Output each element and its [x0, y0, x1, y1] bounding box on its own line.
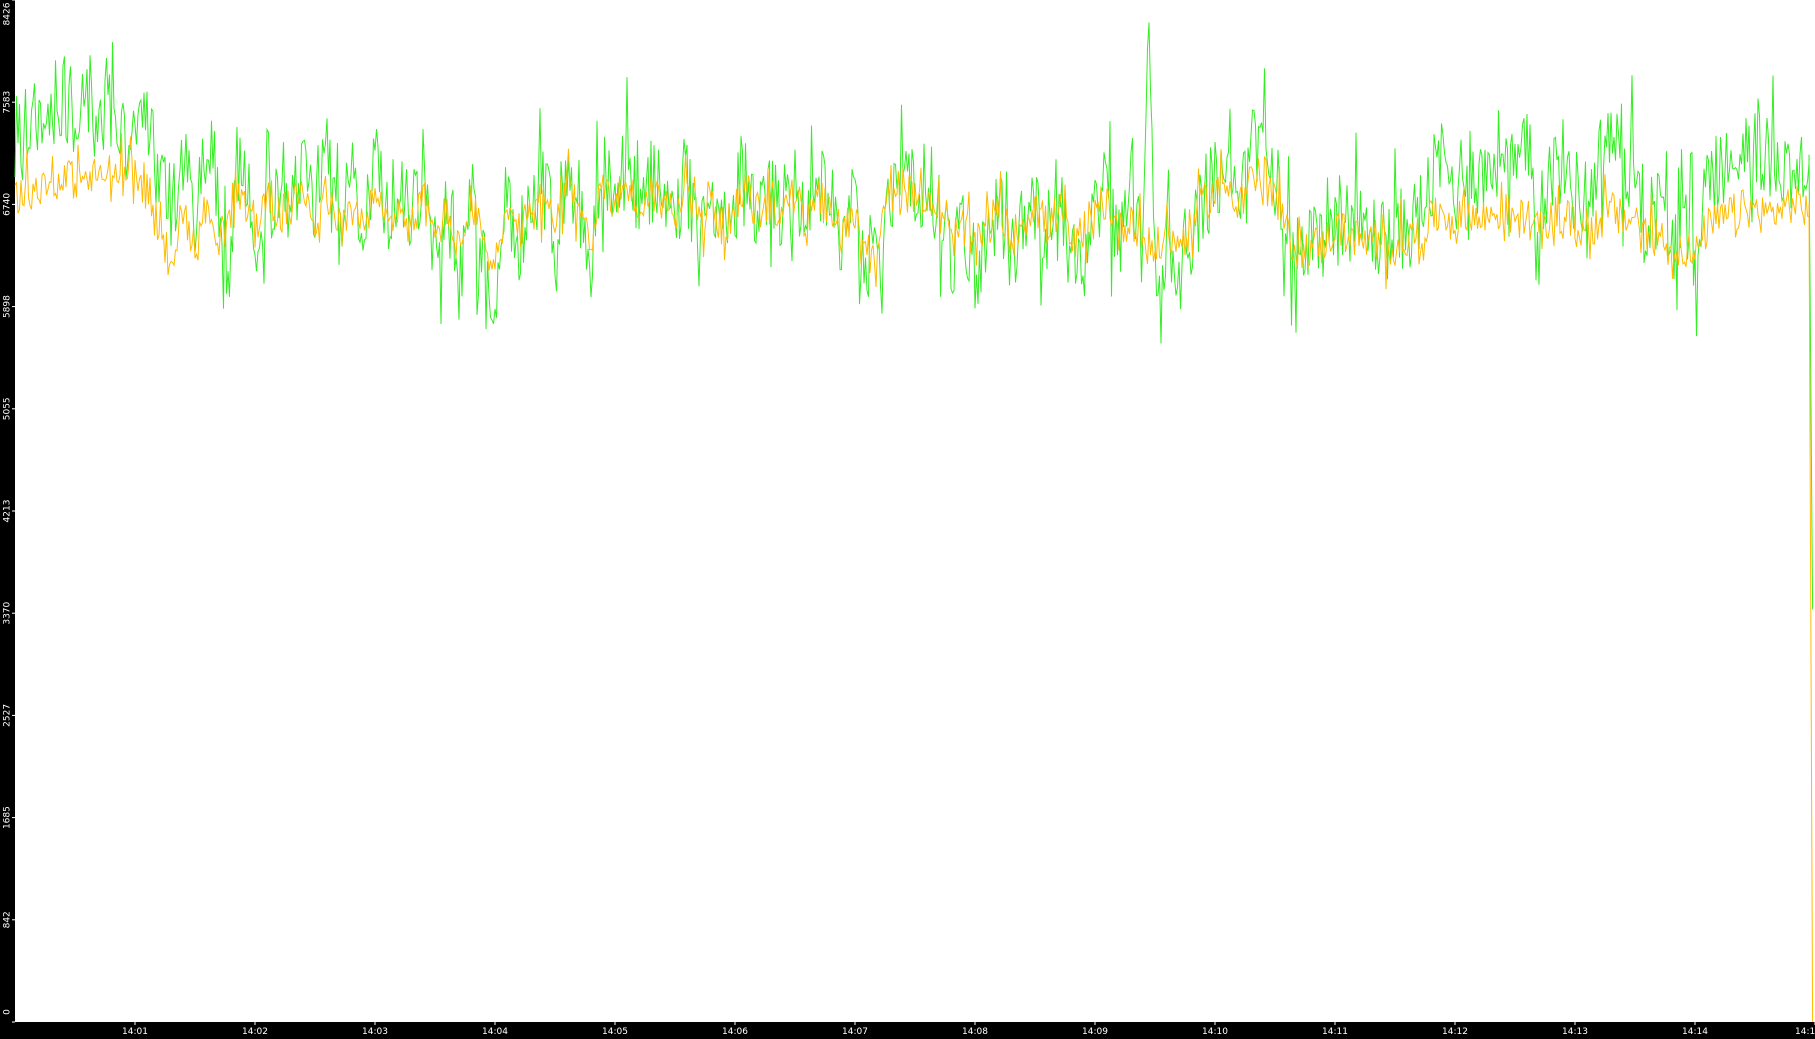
y-tick-label: 4213 — [3, 500, 13, 523]
x-tick-label: 14:10 — [1202, 1027, 1228, 1037]
x-tick-label: 14:04 — [482, 1027, 508, 1037]
plot-area — [15, 0, 1815, 1022]
x-tick-label: 14:12 — [1442, 1027, 1468, 1037]
y-tick-label: 5898 — [3, 295, 13, 318]
x-tick-label: 14:08 — [962, 1027, 988, 1037]
x-tick-label: 14:13 — [1562, 1027, 1588, 1037]
x-tick-label: 14:03 — [362, 1027, 388, 1037]
y-tick-label: 842 — [3, 911, 13, 928]
y-tick-label: 5055 — [3, 397, 13, 420]
x-tick-label: 14:02 — [242, 1027, 268, 1037]
x-tick-label: 14:15 — [1795, 1027, 1815, 1037]
x-tick-label: 14:07 — [842, 1027, 868, 1037]
y-tick-label: 0 — [3, 1009, 13, 1015]
x-tick-label: 14:14 — [1682, 1027, 1708, 1037]
y-tick-label: 6740 — [3, 193, 13, 216]
x-tick-label: 14:01 — [122, 1027, 148, 1037]
x-tick-label: 14:09 — [1082, 1027, 1108, 1037]
x-tick-label: 14:11 — [1322, 1027, 1348, 1037]
y-tick-label: 1685 — [3, 806, 13, 829]
y-tick-label: 3370 — [3, 601, 13, 624]
x-tick-label: 14:06 — [722, 1027, 748, 1037]
y-tick-label: 8426 — [3, 2, 13, 25]
y-tick-label: 2527 — [3, 704, 13, 727]
line-chart: 0 842 1685 2527 3370 4213 5055 5898 6740 7583 8426… — [0, 0, 1815, 1039]
y-tick-label: 7583 — [3, 91, 13, 114]
x-tick-label: 14:05 — [602, 1027, 628, 1037]
